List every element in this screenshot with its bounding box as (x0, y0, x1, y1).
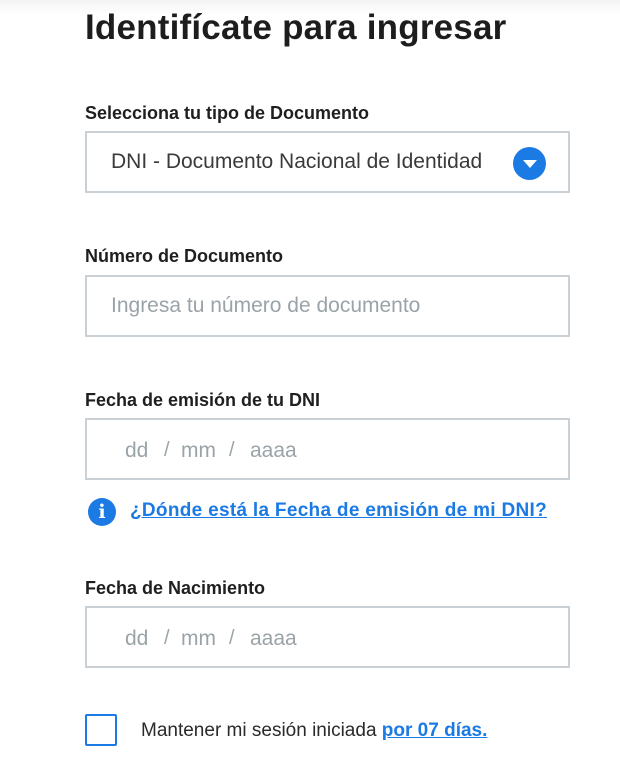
info-icon: i (88, 498, 116, 526)
document-type-label: Selecciona tu tipo de Documento (85, 103, 370, 123)
issue-date-separator-2: / (229, 439, 235, 461)
birth-date-label: Fecha de Nacimiento (85, 578, 266, 598)
page-title: Identifícate para ingresar (85, 8, 507, 47)
remember-session-duration-link[interactable]: por 07 días. (382, 720, 488, 741)
birth-date-separator-1: / (164, 627, 170, 649)
issue-date-day[interactable]: dd (125, 439, 148, 463)
document-number-field (85, 275, 570, 337)
issue-date-month[interactable]: mm (181, 439, 216, 463)
birth-date-year[interactable]: aaaa (250, 627, 297, 651)
birth-date-separator-2: / (229, 627, 235, 649)
document-type-value: DNI - Documento Nacional de Identidad (111, 150, 483, 173)
issue-date-input[interactable]: dd / mm / aaaa (85, 418, 570, 480)
issue-date-year[interactable]: aaaa (250, 439, 297, 463)
issue-date-label: Fecha de emisión de tu DNI (85, 390, 321, 410)
birth-date-day[interactable]: dd (125, 627, 148, 651)
remember-session-label: Mantener mi sesión iniciada por 07 días. (141, 720, 487, 742)
chevron-down-icon[interactable] (513, 147, 546, 180)
birth-date-input[interactable]: dd / mm / aaaa (85, 606, 570, 668)
issue-date-separator-1: / (164, 439, 170, 461)
document-number-label: Número de Documento (85, 246, 284, 266)
remember-session-checkbox[interactable] (85, 714, 117, 746)
document-type-select[interactable]: DNI - Documento Nacional de Identidad (85, 131, 570, 193)
birth-date-month[interactable]: mm (181, 627, 216, 651)
issue-date-help-link[interactable]: ¿Dónde está la Fecha de emisión de mi DN… (130, 500, 547, 522)
document-number-input[interactable] (87, 277, 568, 335)
remember-session-text: Mantener mi sesión iniciada (141, 720, 382, 741)
